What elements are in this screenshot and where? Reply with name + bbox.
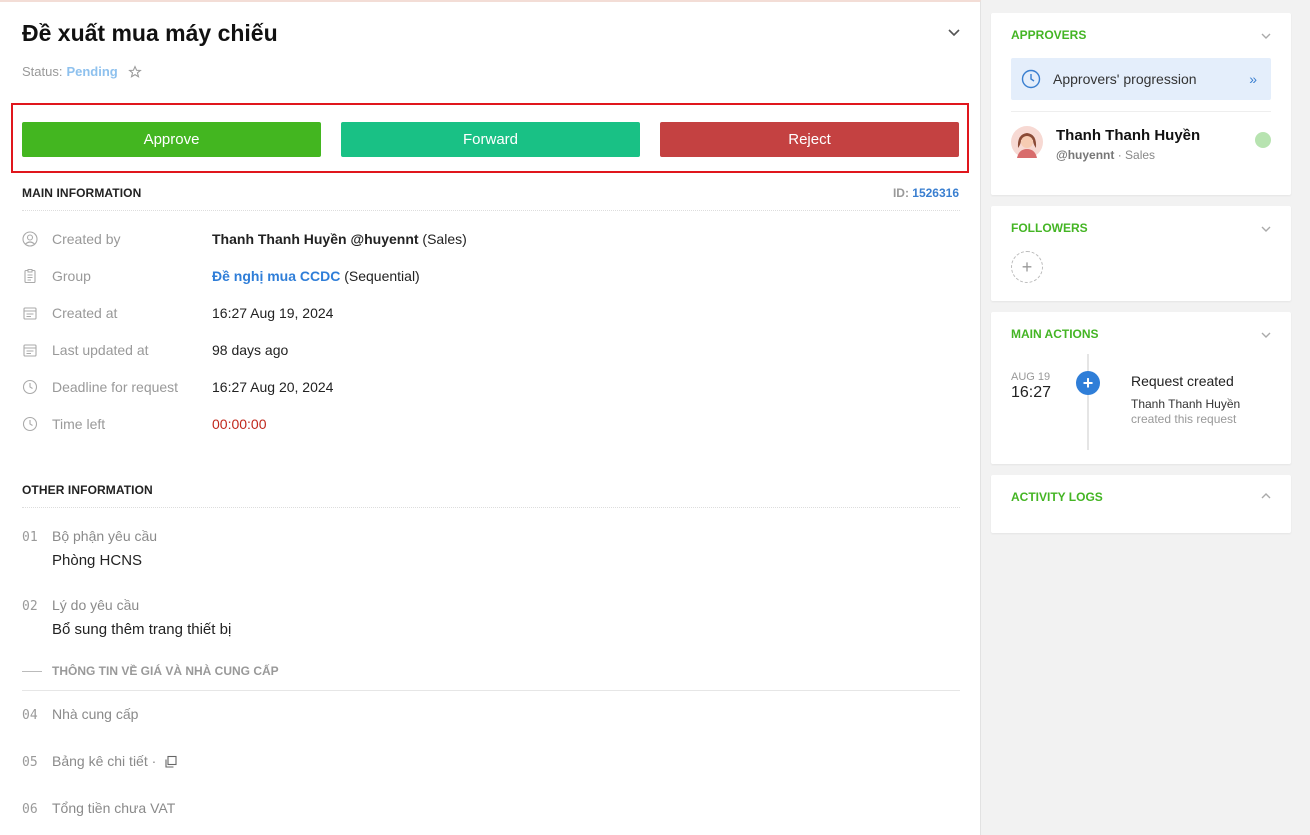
page-title: Đề xuất mua máy chiếu bbox=[22, 20, 278, 46]
clock-icon bbox=[22, 416, 38, 432]
info-row-last-updated: Last updated at 98 days ago bbox=[22, 340, 288, 360]
field-label: Lý do yêu cầu bbox=[52, 597, 140, 613]
forward-button[interactable]: Forward bbox=[341, 122, 640, 157]
chevron-down-icon[interactable] bbox=[1259, 328, 1273, 342]
field-number: 01 bbox=[22, 530, 38, 545]
calendar-icon bbox=[23, 307, 37, 320]
timeline-line bbox=[1087, 354, 1089, 450]
request-id: ID: 1526316 bbox=[893, 186, 959, 200]
field-label-with-copy: Bảng kê chi tiết · bbox=[52, 753, 178, 769]
other-info-heading: OTHER INFORMATION bbox=[22, 483, 153, 497]
chevron-down-icon[interactable] bbox=[1259, 29, 1273, 43]
copy-icon[interactable] bbox=[164, 755, 178, 769]
followers-heading: FOLLOWERS bbox=[1011, 221, 1088, 235]
status-label: Status: bbox=[22, 64, 63, 79]
divider bbox=[22, 690, 960, 691]
subsection-dash bbox=[22, 670, 42, 672]
divider bbox=[22, 507, 960, 508]
approver-sub: @huyennt · Sales bbox=[1056, 148, 1155, 162]
creator-dept: (Sales) bbox=[418, 231, 467, 247]
request-id-label: ID: bbox=[892, 186, 909, 200]
activity-logs-card: ACTIVITY LOGS bbox=[991, 475, 1291, 533]
info-row-group: Group Đề nghị mua CCDC (Sequential) bbox=[22, 266, 420, 286]
clock-icon bbox=[1021, 69, 1041, 89]
field-number: 06 bbox=[22, 802, 38, 817]
field-answer: Phòng HCNS bbox=[52, 552, 143, 569]
main-actions-card: MAIN ACTIONS AUG 19 16:27 + Request crea… bbox=[991, 312, 1291, 464]
timeline-description: created this request bbox=[1131, 412, 1237, 426]
info-value: 16:27 Aug 19, 2024 bbox=[212, 305, 334, 321]
request-id-value[interactable]: 1526316 bbox=[912, 186, 959, 200]
approve-button[interactable]: Approve bbox=[22, 122, 321, 157]
field-label: Nhà cung cấp bbox=[52, 706, 139, 722]
info-label: Created by bbox=[52, 231, 121, 247]
timeline-event: Request created bbox=[1131, 373, 1234, 389]
field-number: 04 bbox=[22, 708, 38, 723]
field-answer: Bổ sung thêm trang thiết bị bbox=[52, 621, 232, 638]
approver-dept: · Sales bbox=[1114, 148, 1156, 162]
approvers-progression-button[interactable]: Approvers' progression » bbox=[1011, 58, 1271, 100]
user-icon bbox=[22, 231, 38, 247]
info-row-created-by: Created by Thanh Thanh Huyền @huyennt (S… bbox=[22, 229, 467, 249]
star-icon[interactable] bbox=[127, 64, 142, 79]
activity-logs-heading: ACTIVITY LOGS bbox=[1011, 490, 1103, 504]
timeline-time: 16:27 bbox=[1011, 384, 1052, 401]
action-buttons-highlight: Approve Forward Reject bbox=[11, 103, 969, 173]
followers-card: FOLLOWERS + bbox=[991, 206, 1291, 301]
reject-button[interactable]: Reject bbox=[660, 122, 959, 157]
info-row-time-left: Time left 00:00:00 bbox=[22, 414, 267, 434]
chevron-up-icon[interactable] bbox=[1259, 489, 1273, 503]
request-detail-panel: Đề xuất mua máy chiếu Status: Pending Ap… bbox=[0, 0, 981, 835]
chevron-down-icon[interactable] bbox=[946, 24, 962, 40]
field-label: Bộ phận yêu cầu bbox=[52, 528, 158, 544]
status-badge: Pending bbox=[66, 64, 118, 79]
info-value: Đề nghị mua CCDC (Sequential) bbox=[212, 268, 420, 284]
approvers-card: APPROVERS Approvers' progression » Thanh… bbox=[991, 13, 1291, 195]
group-link[interactable]: Đề nghị mua CCDC bbox=[212, 268, 340, 284]
time-left-value: 00:00:00 bbox=[212, 416, 267, 432]
field-label: Bảng kê chi tiết · bbox=[52, 753, 157, 769]
subsection-heading: THÔNG TIN VỀ GIÁ VÀ NHÀ CUNG CẤP bbox=[22, 664, 279, 678]
clock-icon bbox=[22, 379, 38, 395]
creator-name: Thanh Thanh Huyền @huyennt bbox=[212, 231, 419, 247]
plus-icon: + bbox=[1076, 371, 1100, 395]
info-row-deadline: Deadline for request 16:27 Aug 20, 2024 bbox=[22, 377, 333, 397]
avatar bbox=[1011, 126, 1043, 158]
progression-label: Approvers' progression bbox=[1053, 71, 1197, 87]
add-follower-button[interactable]: + bbox=[1011, 251, 1043, 283]
divider bbox=[1011, 111, 1271, 112]
info-label: Group bbox=[52, 268, 91, 284]
chevron-down-icon[interactable] bbox=[1259, 222, 1273, 236]
approver-name: Thanh Thanh Huyền bbox=[1056, 127, 1201, 144]
info-label: Time left bbox=[52, 416, 106, 432]
field-label: Tổng tiền chưa VAT bbox=[52, 800, 176, 816]
approvers-heading: APPROVERS bbox=[1011, 28, 1087, 42]
info-value: Thanh Thanh Huyền @huyennt (Sales) bbox=[212, 231, 467, 247]
subsection-title: THÔNG TIN VỀ GIÁ VÀ NHÀ CUNG CẤP bbox=[52, 664, 279, 678]
divider bbox=[22, 210, 960, 211]
main-info-heading: MAIN INFORMATION bbox=[22, 186, 142, 200]
clipboard-icon bbox=[24, 269, 36, 284]
info-value: 16:27 Aug 20, 2024 bbox=[212, 379, 334, 395]
info-value: 98 days ago bbox=[212, 342, 289, 358]
info-label: Created at bbox=[52, 305, 118, 321]
info-label: Last updated at bbox=[52, 342, 149, 358]
approval-status-dot bbox=[1255, 132, 1271, 148]
info-label: Deadline for request bbox=[52, 379, 179, 395]
group-type: (Sequential) bbox=[340, 268, 420, 284]
field-number: 02 bbox=[22, 599, 38, 614]
timeline-date: AUG 19 bbox=[1011, 371, 1051, 383]
timeline-actor: Thanh Thanh Huyền bbox=[1131, 397, 1241, 411]
info-row-created-at: Created at 16:27 Aug 19, 2024 bbox=[22, 303, 333, 323]
calendar-icon bbox=[23, 344, 37, 357]
main-actions-heading: MAIN ACTIONS bbox=[1011, 327, 1099, 341]
field-number: 05 bbox=[22, 755, 38, 770]
status-row: Status: Pending bbox=[22, 64, 142, 79]
approver-handle: @huyennt bbox=[1056, 148, 1115, 162]
double-chevron-right-icon: » bbox=[1249, 71, 1257, 87]
